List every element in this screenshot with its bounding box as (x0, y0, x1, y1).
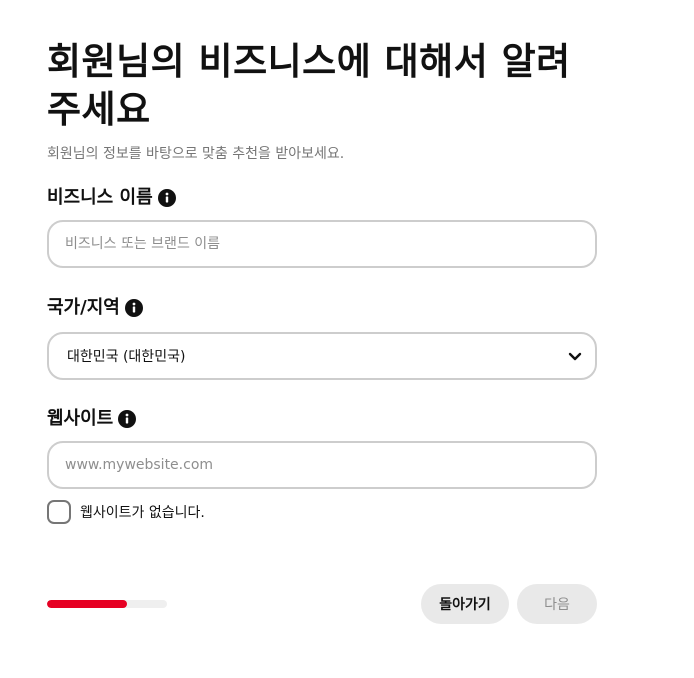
chevron-down-icon (567, 348, 583, 364)
business-name-label: 비즈니스 이름 (47, 187, 153, 208)
business-name-input[interactable] (65, 236, 579, 252)
website-label: 웹사이트 (47, 408, 114, 429)
page-subtitle: 회원님의 정보를 바탕으로 맞춤 추천을 받아보세요. (47, 146, 345, 162)
back-button[interactable]: 돌아가기 (421, 584, 509, 624)
page-title-line-1: 회원님의 비즈니스에 대해서 알려 (47, 40, 571, 83)
page-title-line-2: 주세요 (47, 88, 151, 131)
website-label-row: 웹사이트 (47, 407, 597, 431)
progress-bar (47, 600, 167, 608)
progress-bar-fill (47, 600, 128, 608)
business-info-form: 회원님의 비즈니스에 대해서 알려 주세요 회원님의 정보를 바탕으로 맞춤 추… (47, 38, 597, 524)
business-name-field[interactable] (47, 220, 597, 268)
info-icon[interactable] (118, 410, 137, 428)
no-website-label[interactable]: 웹사이트가 없습니다. (80, 502, 205, 522)
next-button[interactable]: 다음 (517, 584, 597, 624)
no-website-checkbox[interactable] (47, 500, 71, 524)
info-icon[interactable] (124, 299, 143, 317)
website-field[interactable] (47, 441, 597, 489)
country-label: 국가/지역 (47, 297, 120, 318)
form-footer: 돌아가기 다음 (47, 584, 597, 624)
country-label-row: 국가/지역 (47, 296, 597, 320)
country-selected-value: 대한민국 (대한민국) (67, 349, 186, 365)
page-title: 회원님의 비즈니스에 대해서 알려 주세요 (47, 38, 597, 134)
country-select[interactable]: 대한민국 (대한민국) (47, 332, 597, 380)
no-website-row: 웹사이트가 없습니다. (47, 500, 597, 524)
info-icon[interactable] (157, 189, 176, 207)
business-name-label-row: 비즈니스 이름 (47, 186, 597, 210)
website-input[interactable] (65, 457, 579, 473)
